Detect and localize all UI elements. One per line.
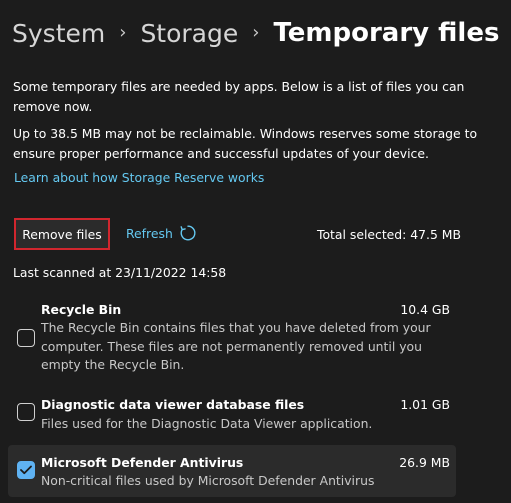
chevron-right-icon: › [252,21,260,43]
item-description: Files used for the Diagnostic Data Viewe… [41,416,373,431]
last-scanned-text: Last scanned at 23/11/2022 14:58 [13,265,227,280]
reserve-text: Up to 38.5 MB may not be reclaimable. Wi… [13,126,478,161]
item-description: The Recycle Bin contains files that you … [41,320,431,372]
item-title: Diagnostic data viewer database files [41,397,305,412]
item-size: 26.9 MB [399,455,450,470]
list-item-diagnostic-data[interactable]: Diagnostic data viewer database files 1.… [8,392,456,436]
defender-antivirus-checkbox[interactable] [17,461,35,479]
list-item-recycle-bin[interactable]: Recycle Bin 10.4 GB The Recycle Bin cont… [8,296,456,380]
breadcrumb-system[interactable]: System [12,19,105,48]
intro-text: Some temporary files are needed by apps.… [13,79,465,114]
total-selected: Total selected: 47.5 MB [316,227,461,242]
storage-reserve-link[interactable]: Learn about how Storage Reserve works [14,170,264,185]
diagnostic-data-checkbox[interactable] [17,403,35,421]
item-title: Recycle Bin [41,302,122,317]
list-item-defender-antivirus[interactable]: Microsoft Defender Antivirus 26.9 MB Non… [8,445,456,497]
refresh-button[interactable]: Refresh [126,224,197,242]
breadcrumb: System › Storage › Temporary files [12,12,499,54]
chevron-right-icon: › [119,21,127,43]
item-size: 1.01 GB [400,397,450,412]
refresh-label: Refresh [126,225,173,241]
refresh-icon [180,225,196,241]
item-title: Microsoft Defender Antivirus [41,455,244,470]
item-description: Non-critical files used by Microsoft Def… [41,473,375,488]
remove-files-button[interactable]: Remove files [14,218,110,250]
breadcrumb-storage[interactable]: Storage [140,19,238,48]
checkmark-icon [20,465,32,475]
item-size: 10.4 GB [400,302,450,317]
page-title: Temporary files [273,18,500,48]
recycle-bin-checkbox[interactable] [17,329,35,347]
